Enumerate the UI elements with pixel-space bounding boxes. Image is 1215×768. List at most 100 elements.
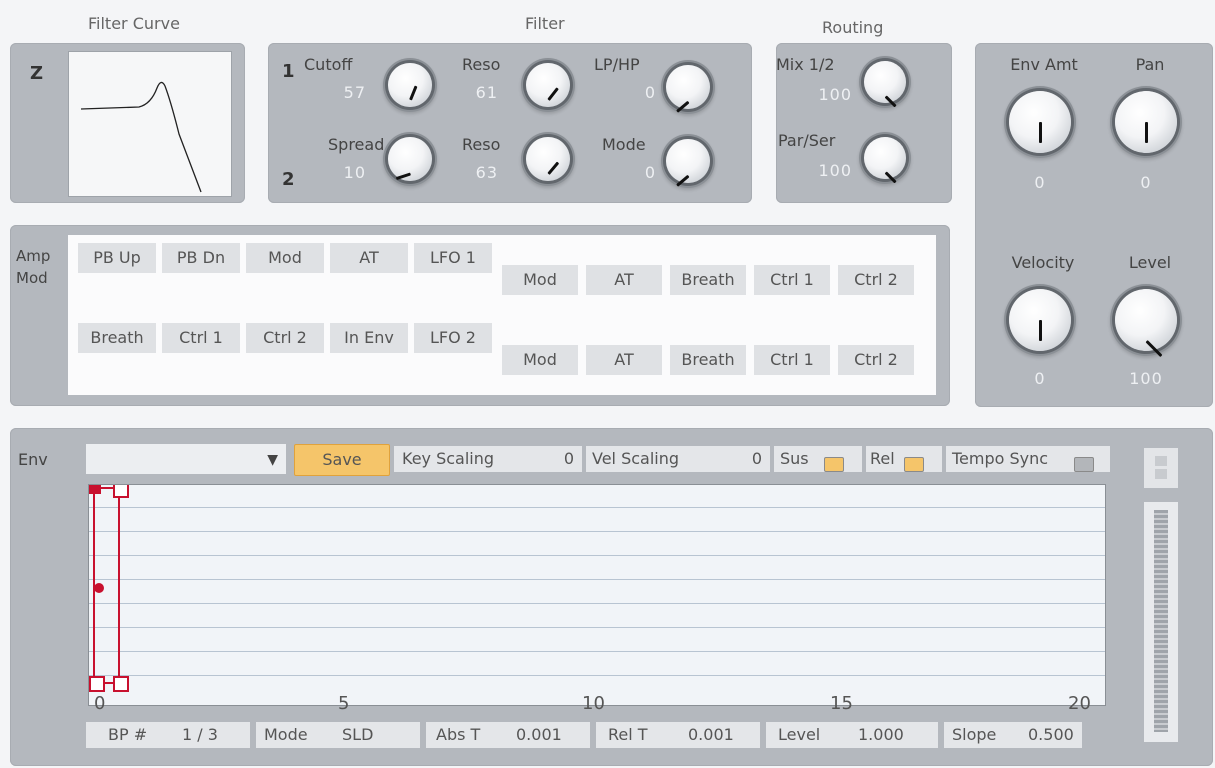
lphp-knob[interactable] <box>666 65 710 113</box>
filter-curve-panel: Z <box>10 43 245 203</box>
mod-source-breath[interactable]: Breath <box>78 323 156 353</box>
env-level-label: Level <box>778 725 821 744</box>
filter-title: Filter <box>525 14 565 33</box>
stepper-up-icon <box>1155 456 1167 466</box>
lphp-value: 0 <box>644 83 656 102</box>
env-amt-knob[interactable] <box>1009 91 1071 153</box>
axis-tick-0: 0 <box>94 693 106 714</box>
scroll-thumb[interactable] <box>1154 510 1168 732</box>
mod-source-at[interactable]: AT <box>330 243 408 273</box>
zoom-stepper[interactable] <box>1144 448 1178 488</box>
mod-source-mod[interactable]: Mod <box>246 243 324 273</box>
mode-label: Mode <box>602 135 646 154</box>
spread-value: 10 <box>343 163 366 182</box>
mod-target-ctrl1[interactable]: Ctrl 1 <box>754 265 830 295</box>
reso2-value: 63 <box>475 163 498 182</box>
cutoff-value: 57 <box>343 83 366 102</box>
key-scaling-value: 0 <box>563 449 574 468</box>
mod-source-pb-dn[interactable]: PB Dn <box>162 243 240 273</box>
pan-label: Pan <box>1135 55 1165 74</box>
filter-panel: 1 2 Cutoff 57 Reso 61 LP/HP 0 Spread 10 … <box>268 43 752 203</box>
bp-value: 1 / 3 <box>182 725 218 744</box>
mod-target-breath[interactable]: Breath <box>670 265 746 295</box>
amp-mod-label-line2: Mod <box>16 269 48 287</box>
vel-scaling-field[interactable]: Vel Scaling 0 <box>586 446 770 472</box>
vel-scaling-value: 0 <box>751 449 762 468</box>
pan-knob[interactable] <box>1115 91 1177 153</box>
filter-curve-title: Filter Curve <box>88 14 180 33</box>
mod-source-in-env[interactable]: In Env <box>330 323 408 353</box>
env-amt-label: Env Amt <box>1010 55 1078 74</box>
sus-toggle[interactable]: Sus <box>774 446 862 472</box>
mod-target2-ctrl2[interactable]: Ctrl 2 <box>838 345 914 375</box>
amp-mod-label-line1: Amp <box>16 247 51 265</box>
bp-field[interactable]: BP # 1 / 3 <box>86 722 250 748</box>
slope-value: 0.500 <box>1028 725 1074 744</box>
level-value: 100 <box>1129 369 1163 388</box>
level-field[interactable]: Level 1.000 <box>766 722 938 748</box>
rel-indicator <box>904 451 924 477</box>
mode-knob[interactable] <box>666 139 710 187</box>
rel-toggle[interactable]: Rel <box>866 446 942 472</box>
reso1-value: 61 <box>475 83 498 102</box>
mod-target2-ctrl1[interactable]: Ctrl 1 <box>754 345 830 375</box>
mod-target-at[interactable]: AT <box>586 265 662 295</box>
key-scaling-field[interactable]: Key Scaling 0 <box>394 446 582 472</box>
spread-knob[interactable] <box>388 137 432 181</box>
breakpoint-4[interactable] <box>113 676 129 692</box>
tempo-sync-label: Tempo Sync <box>952 449 1049 468</box>
mod-target-mod[interactable]: Mod <box>502 265 578 295</box>
cutoff-knob[interactable] <box>388 63 432 107</box>
slope-field[interactable]: Slope 0.500 <box>944 722 1082 748</box>
mod-target2-mod[interactable]: Mod <box>502 345 578 375</box>
parser-knob[interactable] <box>864 137 906 184</box>
mix-label: Mix 1/2 <box>776 55 835 74</box>
breakpoint-2[interactable] <box>113 485 129 498</box>
mod-target2-breath[interactable]: Breath <box>670 345 746 375</box>
breakpoint-3[interactable] <box>89 676 105 692</box>
sus-indicator <box>824 451 844 477</box>
mod-source-ctrl1[interactable]: Ctrl 1 <box>162 323 240 353</box>
tempo-sync-toggle[interactable]: Tempo Sync <box>946 446 1110 472</box>
breakpoint-1[interactable] <box>89 485 101 494</box>
axis-tick-5: 5 <box>338 693 350 714</box>
reso1-knob[interactable] <box>526 63 570 107</box>
env-scrollbar[interactable] <box>1144 502 1178 742</box>
filter-row2-number: 2 <box>282 169 295 190</box>
output-panel: Env Amt 0 Pan 0 Velocity 0 Level 100 <box>975 43 1213 407</box>
mix-knob[interactable] <box>864 61 906 108</box>
sus-label: Sus <box>780 449 809 468</box>
parser-label: Par/Ser <box>778 131 836 150</box>
reso2-label: Reso <box>462 135 501 154</box>
envelope-editor[interactable] <box>88 484 1106 706</box>
mod-source-ctrl2[interactable]: Ctrl 2 <box>246 323 324 353</box>
pan-value: 0 <box>1140 173 1152 192</box>
mod-target2-at[interactable]: AT <box>586 345 662 375</box>
rel-label: Rel <box>870 449 895 468</box>
velocity-knob[interactable] <box>1009 289 1071 351</box>
spread-label: Spread <box>328 135 385 154</box>
tempo-sync-indicator <box>1074 451 1094 477</box>
env-panel: Env ▼ Save Key Scaling 0 Vel Scaling 0 S… <box>10 428 1213 766</box>
mod-source-pb-up[interactable]: PB Up <box>78 243 156 273</box>
env-mode-value: SLD <box>342 725 374 744</box>
filter-curve-display[interactable] <box>68 51 232 197</box>
mod-target-ctrl2[interactable]: Ctrl 2 <box>838 265 914 295</box>
cutoff-label: Cutoff <box>304 55 353 74</box>
env-preset-dropdown[interactable]: ▼ <box>86 444 286 474</box>
level-knob[interactable] <box>1115 289 1177 358</box>
rel-t-field[interactable]: Rel T 0.001 <box>596 722 760 748</box>
mod-source-lfo2[interactable]: LFO 2 <box>414 323 492 353</box>
filter-row1-number: 1 <box>282 61 295 82</box>
reso2-knob[interactable] <box>526 137 570 181</box>
stepper-down-icon <box>1155 469 1167 479</box>
mod-source-lfo1[interactable]: LFO 1 <box>414 243 492 273</box>
abs-t-field[interactable]: Abs T 0.001 <box>426 722 590 748</box>
slope-handle[interactable] <box>94 583 104 593</box>
mode-field[interactable]: Mode SLD <box>256 722 420 748</box>
save-button[interactable]: Save <box>294 444 390 476</box>
lphp-label: LP/HP <box>594 55 640 74</box>
mix-value: 100 <box>818 85 852 104</box>
vel-scaling-label: Vel Scaling <box>592 449 680 468</box>
axis-tick-20: 20 <box>1068 693 1091 714</box>
